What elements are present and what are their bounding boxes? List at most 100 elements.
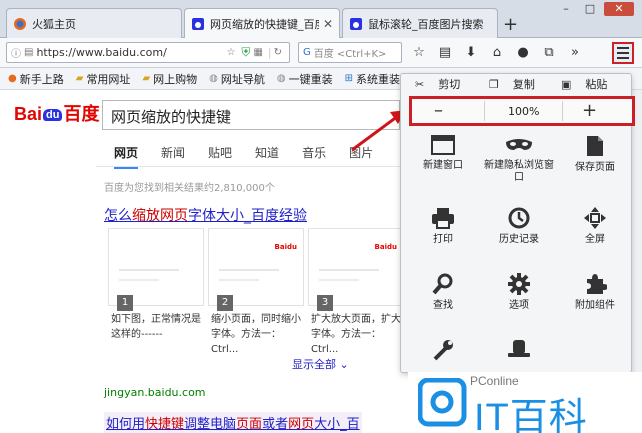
bookmark-label: 新手上路 (19, 72, 64, 86)
result-title-link[interactable]: 怎么缩放网页字体大小_百度经验 (104, 205, 307, 225)
url-bar[interactable]: ⓘ ▤ https://www.baidu.com/ ☆ ⛨ ▦ | ↻ (6, 42, 290, 63)
edit-controls: ✂ 剪切 ❐ 复制 ▣ 粘贴 (401, 74, 633, 94)
title-text: 怎么 (104, 208, 132, 224)
close-window-button[interactable]: ✕ (604, 2, 634, 16)
tab-baidu-images[interactable]: 鼠标滚轮_百度图片搜索 (342, 8, 498, 38)
chat-bubble-icon[interactable]: ● (514, 45, 532, 60)
grid-icon[interactable]: ▦ (253, 47, 262, 58)
menu-item-label: 查找 (433, 300, 453, 311)
step-number: 1 (117, 295, 133, 311)
bookmark-folder[interactable]: ▰ 常用网址 (76, 71, 131, 87)
close-tab-icon[interactable]: ✕ (323, 17, 333, 31)
title-text: 如何用 (106, 417, 146, 432)
navigation-toolbar: ⓘ ▤ https://www.baidu.com/ ☆ ⛨ ▦ | ↻ G 百… (0, 38, 642, 68)
pconline-watermark: PConline IT百科 (408, 372, 642, 433)
folder-icon: ▰ (142, 73, 151, 84)
title-text: 字体大小_百度经验 (188, 208, 307, 224)
result-url[interactable]: jingyan.baidu.com (104, 386, 206, 399)
title-highlight: 网页 (288, 417, 315, 432)
hat-icon (508, 340, 530, 357)
url-text[interactable]: https://www.baidu.com/ (36, 46, 226, 59)
step-caption: 如下图，正常情况是这样的------ (111, 314, 201, 340)
addons-button[interactable]: 附加组件 (557, 272, 633, 312)
reading-list-icon[interactable]: ▤ (436, 45, 454, 60)
open-menu-hamburger-icon[interactable] (612, 42, 634, 64)
print-button[interactable]: 打印 (405, 206, 481, 246)
new-private-window-button[interactable]: 新建隐私浏览窗口 (481, 134, 557, 184)
bookmark-item[interactable]: ◍ 网址导航 (209, 71, 265, 87)
baidu-search-input[interactable]: 网页缩放的快捷键 (102, 100, 400, 130)
download-icon[interactable]: ⬇ (462, 45, 480, 60)
menu-item-label: 附加组件 (575, 300, 615, 311)
logo-text: Bai (14, 104, 43, 124)
step-card[interactable]: Baidu 2 缩小页面，同时缩小字体。方法一：Ctrl... (208, 228, 304, 355)
options-button[interactable]: 选项 (481, 272, 557, 312)
bookmark-item[interactable]: ● 新手上路 (8, 71, 64, 87)
search-engine-icon[interactable]: G (303, 47, 311, 58)
history-clock-icon (508, 207, 530, 229)
identity-icon[interactable]: ⓘ (11, 45, 21, 60)
title-highlight: 快捷键 (145, 417, 185, 432)
fullscreen-button[interactable]: 全屏 (557, 206, 633, 246)
title-text: 或者 (262, 417, 289, 432)
divider (96, 166, 400, 167)
save-page-button[interactable]: 保存页面 (557, 134, 633, 174)
minimize-button[interactable]: – (556, 2, 576, 16)
paste-label: 粘贴 (585, 78, 608, 91)
history-button[interactable]: 历史记录 (481, 206, 557, 246)
menu-item-label: 新建隐私浏览窗口 (484, 160, 554, 183)
tab-label: 鼠标滚轮_百度图片搜索 (368, 17, 484, 31)
tab-label: 网页缩放的快捷键_百度搜索 (210, 18, 319, 31)
addons-puzzle-icon (587, 274, 607, 294)
bookmark-star-outline-icon[interactable]: ☆ (226, 47, 235, 58)
hat-button[interactable] (481, 338, 557, 364)
zoom-reset-button[interactable]: 100% (508, 105, 539, 118)
bookmark-label: 系统重装 (356, 72, 400, 86)
menu-item-label: 新建窗口 (423, 160, 463, 171)
baidu-logo[interactable]: Bai du 百度 (14, 100, 99, 126)
logo-text: 百度 (63, 104, 100, 124)
step-caption: 扩大放大页面，扩大字体。方法一：Ctrl... (311, 314, 401, 355)
bookmark-folder[interactable]: ▰ 网上购物 (142, 71, 197, 87)
step-card[interactable]: Baidu 3 扩大放大页面，扩大字体。方法一：Ctrl... (308, 228, 404, 355)
maximize-button[interactable]: □ (580, 2, 600, 16)
developer-button[interactable] (405, 338, 481, 366)
overflow-chevron-icon[interactable]: » (566, 45, 584, 60)
home-icon[interactable]: ⌂ (488, 45, 506, 60)
menu-item-label: 打印 (433, 234, 453, 245)
search-placeholder: 百度 <Ctrl+K> (313, 49, 387, 60)
zoom-in-button[interactable]: + (582, 100, 597, 121)
folder-icon: ▰ (75, 73, 84, 84)
new-tab-button[interactable]: + (503, 14, 518, 35)
zoom-controls: – 100% + (409, 96, 635, 126)
step-number: 2 (217, 295, 233, 311)
title-text: 调整电脑 (184, 417, 237, 432)
result-title-link[interactable]: 如何用快捷键调整电脑页面或者网页大小_百 (104, 412, 362, 433)
step-number: 3 (317, 295, 333, 311)
step-image: 1 (108, 228, 204, 311)
cut-button[interactable]: ✂ 剪切 (415, 76, 460, 92)
bookmark-item[interactable]: ◍ 一键重装 (277, 71, 333, 87)
zoom-out-button[interactable]: – (434, 100, 443, 121)
new-window-button[interactable]: 新建窗口 (405, 134, 481, 172)
screenshot-crop-icon[interactable]: ⧉ (540, 45, 558, 60)
copy-button[interactable]: ❐ 复制 (489, 76, 535, 92)
tab-firefox-home[interactable]: 火狐主页 (6, 8, 182, 38)
options-gear-icon (508, 273, 530, 295)
search-input[interactable]: G 百度 <Ctrl+K> (298, 42, 402, 63)
private-mask-icon (506, 139, 532, 150)
security-shield-icon[interactable]: ⛨ (241, 45, 250, 60)
result-steps: 1 如下图，正常情况是这样的------ Baidu 2 缩小页面，同时缩小字体。… (104, 228, 404, 355)
step-card[interactable]: 1 如下图，正常情况是这样的------ (108, 228, 204, 348)
find-button[interactable]: 查找 (405, 272, 481, 312)
tab-baidu-search[interactable]: 网页缩放的快捷键_百度搜索 ✕ (184, 8, 340, 39)
paste-button[interactable]: ▣ 粘贴 (561, 76, 607, 92)
bookmark-star-icon[interactable]: ☆ (410, 45, 428, 60)
paste-icon: ▣ (561, 77, 572, 91)
menu-item-label: 全屏 (585, 234, 605, 245)
cut-label: 剪切 (438, 78, 461, 91)
bookmark-item[interactable]: ⊞ 系统重装 (345, 71, 400, 87)
reload-icon[interactable]: ↻ (274, 47, 282, 58)
scissors-icon: ✂ (415, 77, 425, 91)
show-all-link[interactable]: 显示全部 ⌄ (292, 356, 349, 372)
